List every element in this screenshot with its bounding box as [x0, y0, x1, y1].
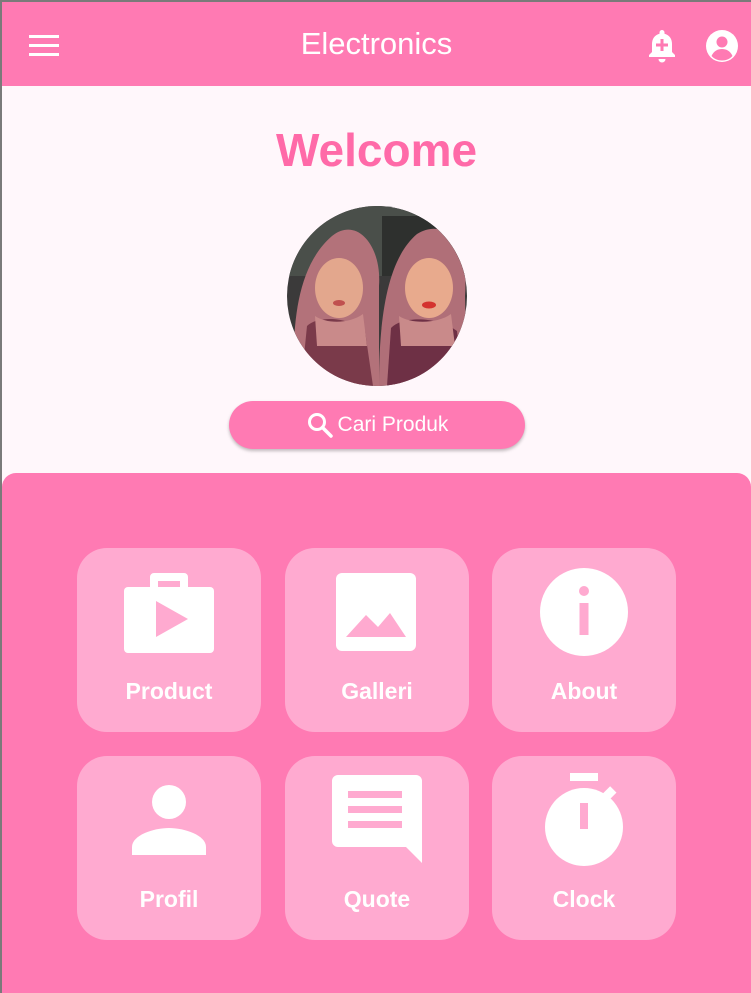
menu-tile-clock[interactable]: Clock: [492, 756, 676, 940]
image-icon: [285, 566, 469, 658]
welcome-heading: Welcome: [275, 124, 478, 176]
menu-tile-product[interactable]: Product: [77, 548, 261, 732]
search-button[interactable]: Cari Produk: [229, 401, 525, 449]
menu-tile-quote[interactable]: Quote: [285, 756, 469, 940]
menu-tile-about[interactable]: About: [492, 548, 676, 732]
search-icon: [306, 411, 334, 439]
search-label: Cari Produk: [337, 413, 449, 436]
menu-tile-profil[interactable]: Profil: [77, 756, 261, 940]
tile-label: Product: [125, 678, 213, 704]
avatar: [287, 206, 467, 386]
menu-panel: Product Galleri About Profil Quote Clock: [2, 473, 751, 993]
shop-icon: [77, 566, 261, 658]
tile-label: Clock: [552, 886, 616, 912]
notification-button[interactable]: [644, 26, 680, 66]
profile-photo: [287, 206, 467, 386]
tile-label: About: [550, 678, 618, 704]
person-icon: [77, 774, 261, 866]
tile-label: Galleri: [341, 678, 413, 704]
menu-tile-galleri[interactable]: Galleri: [285, 548, 469, 732]
account-button[interactable]: [702, 26, 742, 66]
app-screen: Electronics Welcome Cari Produk Product …: [2, 2, 751, 993]
app-title: Electronics: [300, 26, 453, 61]
account-circle-icon: [706, 30, 738, 62]
timer-icon: [492, 773, 676, 866]
app-bar: Electronics: [2, 2, 751, 86]
tile-label: Profil: [139, 886, 199, 912]
chat-icon: [285, 774, 469, 866]
info-icon: [492, 566, 676, 658]
tile-label: Quote: [343, 886, 411, 912]
notification-add-icon: [649, 30, 675, 63]
